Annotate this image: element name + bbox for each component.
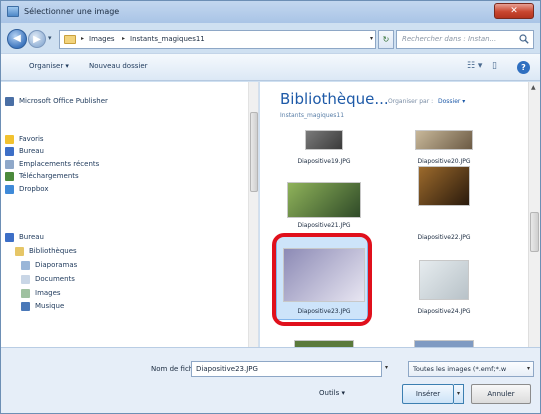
- tools-dropdown[interactable]: Outils ▾: [319, 389, 345, 397]
- filename-field[interactable]: [191, 361, 382, 377]
- library-subtitle[interactable]: Instants_magiques11: [280, 112, 344, 119]
- sidebar-item[interactable]: Documents: [1, 274, 251, 286]
- chevron-down-icon[interactable]: ▾: [370, 35, 373, 42]
- new-folder-button[interactable]: Nouveau dossier: [89, 62, 148, 70]
- breadcrumb-images[interactable]: Images: [89, 35, 115, 43]
- file-list-pane: Bibliothèque... Instants_magiques11 Orga…: [260, 82, 540, 347]
- close-button[interactable]: ✕: [494, 3, 534, 19]
- sidebar-item-label: Téléchargements: [19, 172, 79, 180]
- search-box[interactable]: Rechercher dans : Instan...: [396, 30, 534, 49]
- file-open-dialog: Sélectionner une image ✕ ◀ ▶ ▾ ▸ Images …: [0, 0, 541, 414]
- file-thumbnail[interactable]: [287, 182, 361, 218]
- file-name-label[interactable]: Diapositive21.JPG: [279, 222, 369, 229]
- sidebar-item-label: Documents: [35, 275, 75, 283]
- navigation-pane: Microsoft Office Publisher Favoris Bureau E…: [1, 82, 259, 347]
- sidebar-scrollbar[interactable]: [248, 82, 258, 347]
- sidebar-item-label: Bibliothèques: [29, 247, 77, 255]
- navigation-bar: ◀ ▶ ▾ ▸ Images ▸ Instants_magiques11 ▾ ↻…: [1, 23, 540, 53]
- sidebar-item-label: Favoris: [19, 135, 44, 143]
- star-icon: [5, 135, 14, 144]
- sidebar-item-label: Dropbox: [19, 185, 49, 193]
- slideshow-icon: [21, 261, 30, 270]
- filename-history-dropdown[interactable]: ▾: [385, 364, 388, 371]
- library-title: Bibliothèque...: [280, 90, 389, 108]
- arrange-by-dropdown[interactable]: Dossier ▾: [438, 98, 465, 105]
- music-icon: [21, 302, 30, 311]
- file-name-label[interactable]: Diapositive22.JPG: [399, 234, 489, 241]
- help-icon[interactable]: ?: [517, 61, 530, 74]
- sidebar-item[interactable]: Téléchargements: [1, 171, 251, 183]
- file-thumbnail[interactable]: [305, 130, 343, 150]
- sidebar-item[interactable]: Emplacements récents: [1, 159, 251, 171]
- insert-button[interactable]: Insérer: [402, 384, 454, 404]
- dropbox-icon: [5, 185, 14, 194]
- sidebar-item-label: Bureau: [19, 233, 44, 241]
- sidebar-item-label: Emplacements récents: [19, 160, 100, 168]
- back-button[interactable]: ◀: [7, 29, 27, 49]
- file-thumbnail[interactable]: [414, 340, 474, 347]
- highlight-annotation: [272, 233, 372, 326]
- sidebar-item[interactable]: Favoris: [1, 134, 251, 146]
- organize-button[interactable]: Organiser ▾: [29, 62, 69, 70]
- documents-icon: [21, 275, 30, 284]
- file-type-filter-value: Toutes les images (*.emf;*.w: [413, 365, 507, 373]
- recent-pages-dropdown[interactable]: ▾: [48, 34, 52, 42]
- chevron-down-icon[interactable]: ▾: [527, 365, 530, 372]
- preview-pane-icon[interactable]: ▯: [492, 61, 497, 71]
- folder-icon: [64, 35, 76, 44]
- sidebar-item[interactable]: Bureau: [1, 146, 251, 158]
- sidebar-item-label: Musique: [35, 302, 65, 310]
- forward-button[interactable]: ▶: [28, 30, 46, 48]
- sidebar-item[interactable]: Musique: [1, 301, 251, 313]
- file-thumbnail[interactable]: [419, 260, 469, 300]
- arrange-by-label: Organiser par :: [388, 98, 434, 105]
- cancel-button[interactable]: Annuler: [471, 384, 531, 404]
- sidebar-item-label: Images: [35, 289, 61, 297]
- refresh-icon: ↻: [382, 35, 390, 44]
- sidebar-scroll-thumb[interactable]: [250, 112, 258, 192]
- sidebar-item[interactable]: Dropbox: [1, 184, 251, 196]
- file-thumbnail[interactable]: [294, 340, 354, 347]
- desktop-icon: [5, 233, 14, 242]
- search-placeholder[interactable]: Rechercher dans : Instan...: [402, 35, 496, 43]
- file-thumbnail[interactable]: [415, 130, 473, 150]
- libraries-icon: [15, 247, 24, 256]
- search-icon[interactable]: [519, 34, 529, 44]
- refresh-button[interactable]: ↻: [378, 30, 394, 49]
- file-type-filter[interactable]: Toutes les images (*.emf;*.w ▾: [408, 361, 534, 377]
- desktop-icon: [5, 147, 14, 156]
- sidebar-item[interactable]: Bibliothèques: [1, 246, 251, 258]
- file-name-label[interactable]: Diapositive19.JPG: [279, 158, 369, 165]
- downloads-icon: [5, 172, 14, 181]
- title-bar[interactable]: Sélectionner une image ✕: [1, 1, 540, 23]
- sidebar-item[interactable]: Diaporamas: [1, 260, 251, 272]
- sidebar-item[interactable]: Microsoft Office Publisher: [1, 96, 251, 108]
- file-name-label[interactable]: Diapositive20.JPG: [399, 158, 489, 165]
- dialog-footer: Nom de fichier : ▾ Toutes les images (*.…: [1, 347, 540, 413]
- view-options-icon[interactable]: ☷ ▾: [467, 61, 482, 71]
- address-bar[interactable]: ▸ Images ▸ Instants_magiques11 ▾: [59, 30, 376, 49]
- file-name-label[interactable]: Diapositive24.JPG: [399, 308, 489, 315]
- file-thumbnail[interactable]: [418, 166, 470, 206]
- scroll-up-icon[interactable]: ▲: [531, 84, 536, 91]
- chevron-right-icon[interactable]: ▸: [122, 35, 125, 42]
- publisher-icon: [5, 97, 14, 106]
- chevron-right-icon[interactable]: ▸: [81, 35, 84, 42]
- pictures-icon: [21, 289, 30, 298]
- command-bar: Organiser ▾ Nouveau dossier ☷ ▾ ▯ ?: [1, 53, 540, 81]
- sidebar-item-label: Diaporamas: [35, 261, 78, 269]
- file-list-scrollbar[interactable]: ▲: [528, 82, 540, 347]
- sidebar-item-label: Bureau: [19, 147, 44, 155]
- insert-options-dropdown[interactable]: ▾: [454, 384, 464, 404]
- dialog-title: Sélectionner une image: [24, 7, 120, 16]
- recent-places-icon: [5, 160, 14, 169]
- file-list-scroll-thumb[interactable]: [530, 212, 539, 252]
- dialog-icon: [7, 6, 19, 17]
- breadcrumb-current-folder[interactable]: Instants_magiques11: [130, 35, 205, 43]
- sidebar-item-label: Microsoft Office Publisher: [19, 97, 108, 105]
- sidebar-item[interactable]: Images: [1, 288, 251, 300]
- sidebar-item[interactable]: Bureau: [1, 232, 251, 244]
- tools-label: Outils: [319, 389, 340, 397]
